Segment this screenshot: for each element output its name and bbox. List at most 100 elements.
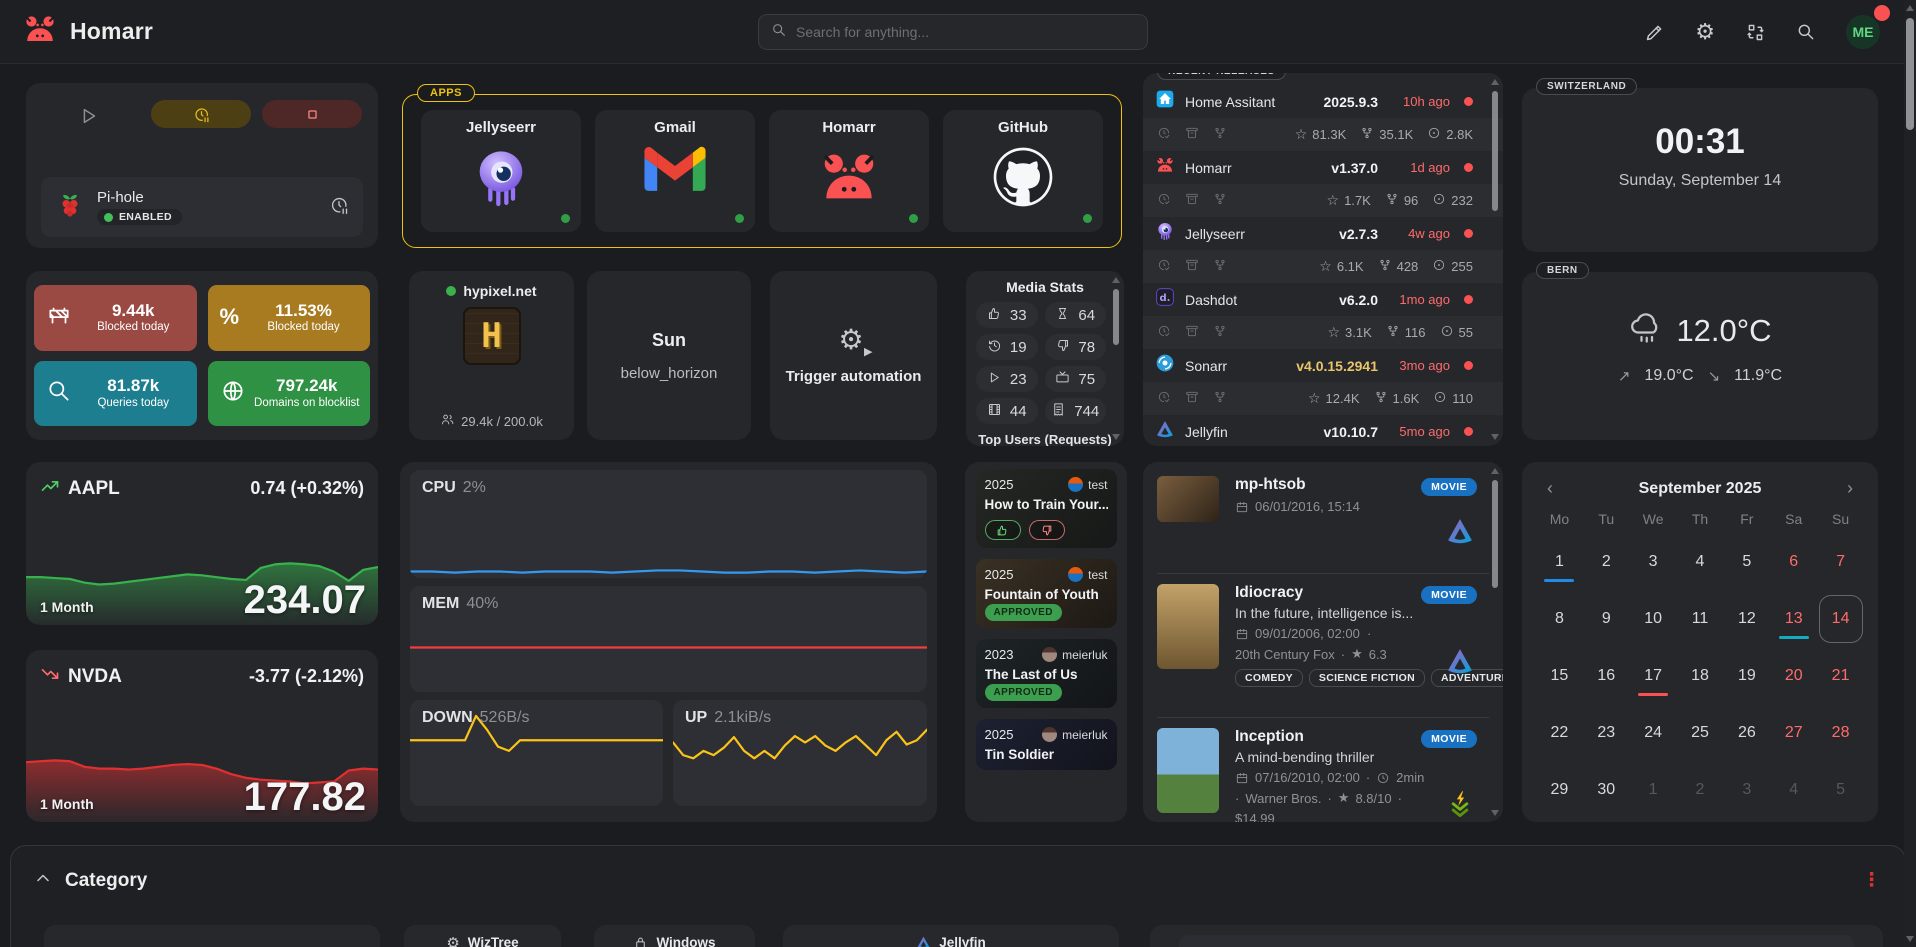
calendar-day[interactable]: 17 <box>1630 647 1677 704</box>
media-request-card[interactable]: 2025 test How to Train Your... <box>976 469 1117 548</box>
pihole-stats-widget: 9.44kBlocked today % 11.53%Blocked today… <box>26 271 378 440</box>
system-panel-cpu: CPU2% <box>410 470 927 578</box>
calendar-day[interactable]: 29 <box>1536 761 1583 818</box>
media-stat-film: 44 <box>976 398 1038 424</box>
calendar-day[interactable]: 15 <box>1536 647 1583 704</box>
layout-swap-icon[interactable] <box>1745 22 1766 43</box>
app-card-homarr[interactable]: Homarr <box>769 110 929 232</box>
notification-dot <box>1874 5 1890 21</box>
category-app-card[interactable] <box>1150 925 1883 947</box>
trigger-automation-widget[interactable]: ⚙▶ Trigger automation <box>770 271 937 440</box>
app-card-jellyseerr[interactable]: Jellyseerr <box>421 110 581 232</box>
calendar-day[interactable]: 18 <box>1677 647 1724 704</box>
stock-widget-aapl[interactable]: AAPL 0.74 (+0.32%) 1 Month 234.07 <box>26 462 378 625</box>
high-temperature: 19.0°C <box>1645 367 1694 385</box>
widget-scrollbar[interactable] <box>1490 79 1500 440</box>
calendar-day[interactable]: 27 <box>1770 704 1817 761</box>
minecraft-server-widget[interactable]: hypixel.net H 29.4k / 200.0k <box>409 271 574 440</box>
search-input[interactable] <box>796 24 1135 40</box>
stock-widget-nvda[interactable]: NVDA -3.77 (-2.12%) 1 Month 177.82 <box>26 650 378 822</box>
media-item-row[interactable]: Inception A mind-bending thriller 07/16/… <box>1157 728 1477 822</box>
calendar-day[interactable]: 8 <box>1536 590 1583 647</box>
calendar-day[interactable]: 1 <box>1630 761 1677 818</box>
player-count: 29.4k / 200.0k <box>461 414 543 429</box>
widget-scrollbar[interactable] <box>1111 277 1121 440</box>
pihole-stat[interactable]: % 11.53%Blocked today <box>208 285 371 351</box>
calendar-day[interactable]: 13 <box>1770 590 1817 647</box>
calendar-day[interactable]: 30 <box>1583 761 1630 818</box>
release-row[interactable]: Jellyfin v10.10.7 5mo ago <box>1143 415 1503 446</box>
pause-timer-button[interactable] <box>151 100 251 128</box>
calendar-day[interactable]: 20 <box>1770 647 1817 704</box>
widget-scrollbar[interactable] <box>1490 468 1500 816</box>
calendar-day[interactable]: 4 <box>1770 761 1817 818</box>
chevron-up-icon[interactable] <box>33 868 53 893</box>
release-row[interactable]: d. Dashdot v6.2.0 1mo ago <box>1143 283 1503 316</box>
stop-button[interactable] <box>262 100 362 128</box>
calendar-day[interactable]: 4 <box>1677 533 1724 590</box>
settings-icon[interactable]: ⚙ <box>1695 21 1715 43</box>
release-row[interactable]: Jellyseerr v2.7.3 4w ago <box>1143 217 1503 250</box>
calendar-day[interactable]: 9 <box>1583 590 1630 647</box>
media-item-row[interactable]: mp-htsob 06/01/2016, 15:14 MOVIE <box>1157 476 1477 514</box>
calendar-day[interactable]: 1 <box>1536 533 1583 590</box>
play-button[interactable] <box>78 105 100 132</box>
calendar-day[interactable]: 5 <box>1817 761 1864 818</box>
calendar-day[interactable]: 19 <box>1723 647 1770 704</box>
category-app-card[interactable]: Windows <box>594 925 755 947</box>
category-app-card[interactable]: ⚙WizTree <box>404 925 561 947</box>
category-menu-icon[interactable]: ⋮ <box>1862 871 1881 890</box>
approve-button[interactable] <box>985 520 1021 540</box>
server-host: hypixel.net <box>463 283 536 299</box>
avatar[interactable]: ME <box>1846 15 1880 49</box>
category-app-card[interactable] <box>44 925 380 947</box>
media-request-card[interactable]: 2025 meierluk Tin Soldier <box>976 719 1117 770</box>
app-card-gmail[interactable]: Gmail <box>595 110 755 232</box>
search-bar[interactable] <box>758 14 1148 50</box>
media-type-badge: MOVIE <box>1421 730 1477 748</box>
calendar-day[interactable]: 3 <box>1630 533 1677 590</box>
calendar-day[interactable]: 22 <box>1536 704 1583 761</box>
pihole-stat[interactable]: 9.44kBlocked today <box>34 285 197 351</box>
calendar-day[interactable]: 5 <box>1723 533 1770 590</box>
homarr-logo-icon <box>22 11 58 52</box>
calendar-day[interactable]: 14 <box>1817 590 1864 647</box>
calendar-day[interactable]: 26 <box>1723 704 1770 761</box>
page-scrollbar[interactable] <box>1904 0 1916 947</box>
calendar-prev-icon[interactable]: ‹ <box>1540 478 1560 499</box>
calendar-day[interactable]: 16 <box>1583 647 1630 704</box>
calendar-day[interactable]: 6 <box>1770 533 1817 590</box>
media-request-card[interactable]: 2023 meierluk The Last of Us APPROVED <box>976 639 1117 708</box>
release-row[interactable]: Sonarr v4.0.15.2941 3mo ago <box>1143 349 1503 382</box>
category-app-card[interactable]: Jellyfin <box>783 925 1119 947</box>
pihole-stat[interactable]: 81.87kQueries today <box>34 361 197 427</box>
calendar-day[interactable]: 23 <box>1583 704 1630 761</box>
calendar-day[interactable]: 21 <box>1817 647 1864 704</box>
calendar-day[interactable]: 24 <box>1630 704 1677 761</box>
release-row[interactable]: Home Assitant 2025.9.3 10h ago <box>1143 85 1503 118</box>
divider <box>1157 573 1489 574</box>
edit-icon[interactable] <box>1644 22 1665 43</box>
app-card-github[interactable]: GitHub <box>943 110 1103 232</box>
pihole-status-row[interactable]: Pi-hole ENABLED <box>41 177 363 237</box>
calendar-day[interactable]: 12 <box>1723 590 1770 647</box>
decline-button[interactable] <box>1029 520 1065 540</box>
pihole-stat[interactable]: 797.24kDomains on blocklist <box>208 361 371 427</box>
calendar-day[interactable]: 10 <box>1630 590 1677 647</box>
calendar-day[interactable]: 2 <box>1583 533 1630 590</box>
release-row[interactable]: Homarr v1.37.0 1d ago <box>1143 151 1503 184</box>
calendar-day[interactable]: 25 <box>1677 704 1724 761</box>
clock-pause-icon <box>193 106 210 123</box>
media-stat-play: 23 <box>976 366 1038 392</box>
calendar-day[interactable]: 28 <box>1817 704 1864 761</box>
calendar-day[interactable]: 11 <box>1677 590 1724 647</box>
clock-pause-icon[interactable] <box>329 195 349 220</box>
calendar-day[interactable]: 7 <box>1817 533 1864 590</box>
media-item-row[interactable]: Idiocracy In the future, intelligence is… <box>1157 584 1477 687</box>
search-icon[interactable] <box>1796 22 1816 42</box>
calendar-day[interactable]: 2 <box>1677 761 1724 818</box>
media-request-card[interactable]: 2025 test Fountain of Youth APPROVED <box>976 559 1117 628</box>
media-stat-history: 19 <box>976 334 1038 360</box>
calendar-day[interactable]: 3 <box>1723 761 1770 818</box>
calendar-next-icon[interactable]: › <box>1840 478 1860 499</box>
